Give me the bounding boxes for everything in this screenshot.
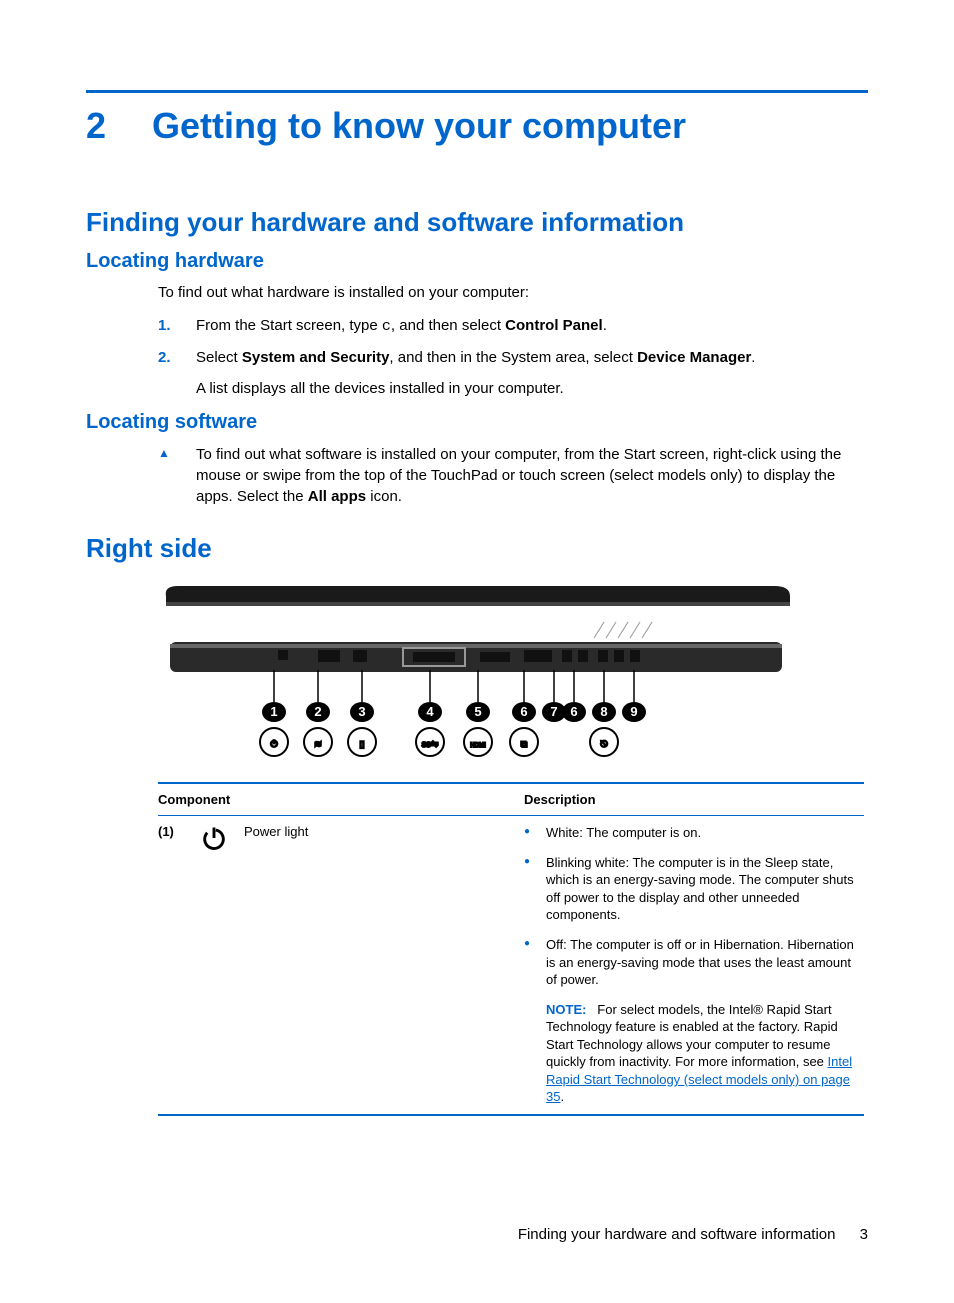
svg-text:▯: ▯ bbox=[360, 739, 365, 749]
row-name: Power light bbox=[244, 816, 524, 1115]
subsection-locating-hardware: Locating hardware bbox=[86, 250, 868, 273]
svg-text:HDMI: HDMI bbox=[470, 743, 486, 749]
sw-item: To find out what software is installed o… bbox=[158, 444, 868, 507]
svg-text:⎋: ⎋ bbox=[600, 739, 607, 749]
hw-intro: To find out what hardware is installed o… bbox=[158, 283, 868, 303]
svg-text:4: 4 bbox=[426, 704, 434, 719]
svg-text:7: 7 bbox=[550, 704, 557, 719]
step-text: Select System and Security, and then in … bbox=[196, 349, 755, 366]
section-finding-info: Finding your hardware and software infor… bbox=[86, 207, 868, 238]
step-number: 2. bbox=[158, 347, 171, 368]
svg-text:6: 6 bbox=[570, 704, 577, 719]
right-side-diagram: 1234567689 ⏻≋▯ss⇋HDMI⧉⎋ bbox=[158, 582, 798, 782]
power-icon bbox=[200, 824, 228, 852]
svg-text:6: 6 bbox=[520, 704, 527, 719]
note-block: NOTE: For select models, the Intel® Rapi… bbox=[546, 1001, 854, 1106]
sw-list: To find out what software is installed o… bbox=[158, 444, 868, 507]
hw-step-2: 2. Select System and Security, and then … bbox=[158, 347, 868, 368]
svg-text:≋: ≋ bbox=[314, 739, 322, 749]
svg-text:2: 2 bbox=[314, 704, 321, 719]
step-number: 1. bbox=[158, 315, 171, 336]
note-text: For select models, the Intel® Rapid Star… bbox=[546, 1002, 838, 1070]
svg-text:⏻: ⏻ bbox=[270, 739, 277, 749]
th-description: Description bbox=[524, 783, 864, 816]
desc-bullet: White: The computer is on. bbox=[524, 824, 854, 842]
svg-text:3: 3 bbox=[358, 704, 365, 719]
th-component: Component bbox=[158, 783, 524, 816]
svg-text:1: 1 bbox=[270, 704, 277, 719]
hw-step-1: 1. From the Start screen, type c, and th… bbox=[158, 315, 868, 337]
svg-text:⧉: ⧉ bbox=[521, 739, 528, 749]
page-number: 3 bbox=[860, 1226, 868, 1243]
chapter-title: Getting to know your computer bbox=[152, 105, 686, 146]
svg-text:5: 5 bbox=[474, 704, 481, 719]
chapter-number: 2 bbox=[86, 105, 152, 147]
step-text: From the Start screen, type c, and then … bbox=[196, 317, 607, 334]
desc-bullet: Off: The computer is off or in Hibernati… bbox=[524, 936, 854, 989]
chapter-heading: 2Getting to know your computer bbox=[86, 105, 868, 147]
row-number: (1) bbox=[158, 816, 200, 1115]
laptop-side-illustration: 1234567689 ⏻≋▯ss⇋HDMI⧉⎋ bbox=[158, 582, 798, 782]
table-row: (1) Power light White: The computer is o… bbox=[158, 816, 864, 1115]
note-label: NOTE: bbox=[546, 1002, 586, 1017]
desc-bullet: Blinking white: The computer is in the S… bbox=[524, 854, 854, 924]
footer-text: Finding your hardware and software infor… bbox=[518, 1226, 836, 1243]
subsection-locating-software: Locating software bbox=[86, 411, 868, 434]
hw-after: A list displays all the devices installe… bbox=[196, 378, 868, 399]
row-description: White: The computer is on. Blinking whit… bbox=[524, 816, 864, 1115]
row-icon-cell bbox=[200, 816, 244, 1115]
section-right-side: Right side bbox=[86, 533, 868, 564]
svg-text:8: 8 bbox=[600, 704, 607, 719]
top-rule bbox=[86, 90, 868, 93]
hw-steps: 1. From the Start screen, type c, and th… bbox=[158, 315, 868, 368]
page-footer: Finding your hardware and software infor… bbox=[86, 1226, 868, 1243]
svg-text:ss⇋: ss⇋ bbox=[422, 739, 439, 749]
component-table: Component Description (1) Power light Wh… bbox=[158, 782, 864, 1116]
svg-text:9: 9 bbox=[630, 704, 637, 719]
